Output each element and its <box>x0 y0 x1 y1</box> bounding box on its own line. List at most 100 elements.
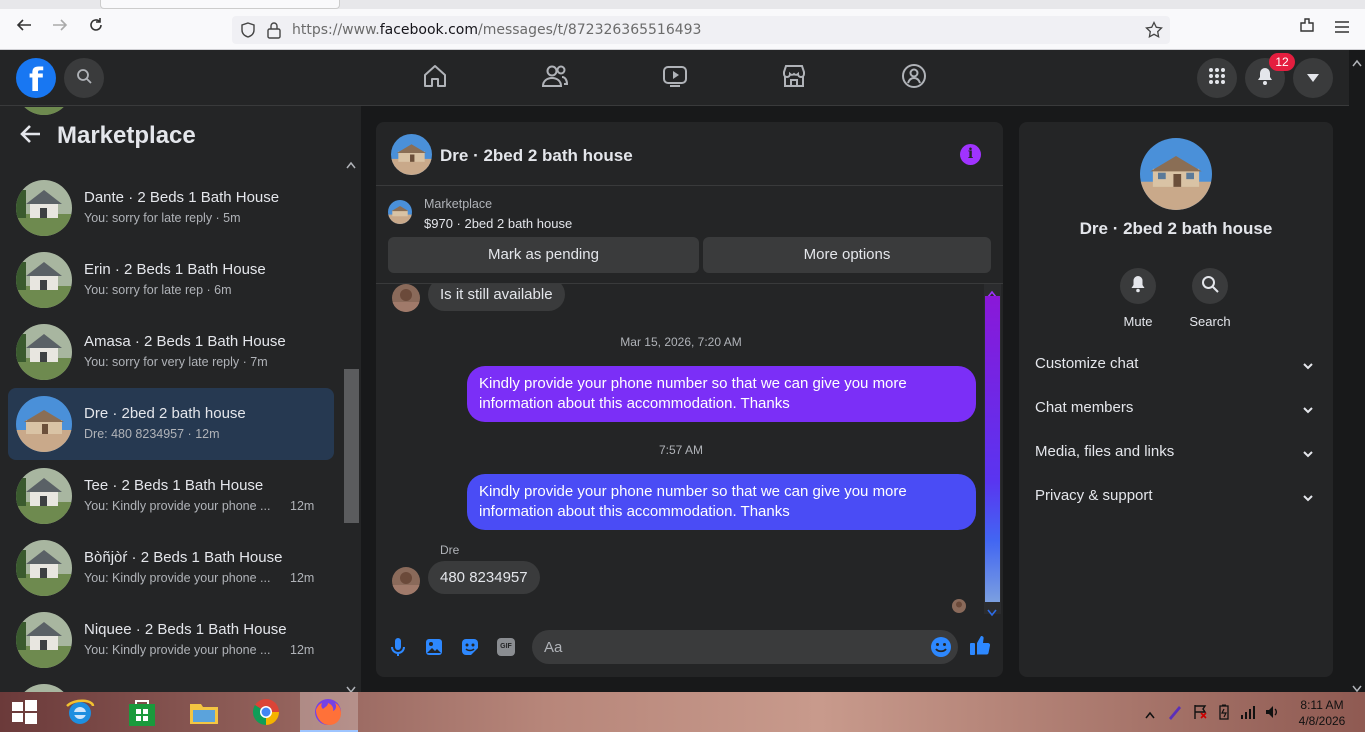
firefox-taskbar-button[interactable] <box>300 692 358 732</box>
message-bubble-incoming[interactable]: Is it still available <box>428 284 565 311</box>
message-bubble-incoming[interactable]: 480 8234957 <box>428 561 540 594</box>
windows-taskbar: 8:11 AM 4/8/2026 <box>0 692 1365 732</box>
scroll-down-icon[interactable] <box>346 681 356 692</box>
system-clock[interactable]: 8:11 AM 4/8/2026 <box>1292 697 1352 729</box>
contact-name: Dre · 2bed 2 bath house <box>1079 219 1273 238</box>
listing-thumbnail[interactable] <box>388 200 412 224</box>
chevron-down-icon <box>1303 357 1313 374</box>
scrollbar-thumb[interactable] <box>985 296 1000 602</box>
list-item-partial[interactable] <box>8 107 334 115</box>
bookmark-star-icon[interactable] <box>1145 20 1163 44</box>
chevron-down-icon <box>1303 401 1313 418</box>
emoji-icon[interactable] <box>930 636 952 663</box>
page-scrollbar[interactable] <box>1349 50 1365 693</box>
conversation-preview: You: sorry for very late reply · 7m <box>84 355 268 369</box>
battery-icon[interactable] <box>1216 704 1232 725</box>
list-item[interactable]: Tee · 2 Beds 1 Bath House You: Kindly pr… <box>8 460 334 532</box>
nav-home[interactable] <box>415 60 455 96</box>
signal-icon[interactable] <box>1240 704 1256 725</box>
avatar <box>392 567 420 595</box>
chat-header: Dre · 2bed 2 bath house i <box>376 122 1003 186</box>
list-item[interactable]: Dante · 2 Beds 1 Bath House You: sorry f… <box>8 172 334 244</box>
microphone-icon[interactable] <box>387 636 409 658</box>
image-icon[interactable] <box>423 636 445 658</box>
url-text[interactable]: https://www.facebook.com/messages/t/8723… <box>292 22 701 38</box>
nav-watch[interactable] <box>655 60 695 96</box>
scroll-up-icon[interactable] <box>1352 54 1362 72</box>
browser-tab[interactable] <box>100 0 340 9</box>
tray-chevron-icon[interactable] <box>1145 706 1155 724</box>
gif-icon[interactable]: GIF <box>495 636 517 658</box>
windows-start-icon[interactable] <box>8 696 40 728</box>
scrollbar-thumb[interactable] <box>344 369 359 523</box>
avatar[interactable] <box>1140 138 1212 210</box>
list-item[interactable]: Bòñjòŕ · 2 Beds 1 Bath House You: Kindly… <box>8 532 334 604</box>
flag-icon[interactable] <box>1192 704 1208 725</box>
listing-price[interactable]: $970 · 2bed 2 bath house <box>424 216 572 231</box>
nav-marketplace[interactable] <box>774 60 814 96</box>
pen-icon[interactable] <box>1167 704 1183 725</box>
conversation-name: Tee · 2 Beds 1 Bath House <box>84 477 264 494</box>
menu-grid-button[interactable] <box>1197 58 1237 98</box>
section-media-files-links[interactable]: Media, files and links <box>1035 443 1317 467</box>
list-item[interactable]: Amasa · 2 Beds 1 Bath House You: sorry f… <box>8 316 334 388</box>
extensions-icon[interactable] <box>1294 15 1320 41</box>
nav-groups[interactable] <box>894 60 934 96</box>
search-button[interactable] <box>64 58 104 98</box>
search-conversation-button[interactable]: Search <box>1180 268 1240 329</box>
friends-icon <box>541 63 569 94</box>
conversation-time: 12m <box>290 499 315 513</box>
avatar <box>16 396 72 452</box>
volume-icon[interactable] <box>1264 704 1280 725</box>
section-chat-members[interactable]: Chat members <box>1035 399 1317 423</box>
info-icon[interactable]: i <box>960 144 981 165</box>
list-item[interactable]: Erin · 2 Beds 1 Bath House You: sorry fo… <box>8 244 334 316</box>
conversation-name: Amasa · 2 Beds 1 Bath House <box>84 333 286 350</box>
conversation-preview: You: Kindly provide your phone ... <box>84 643 271 657</box>
search-icon <box>76 68 92 89</box>
list-item-partial[interactable] <box>8 676 334 692</box>
section-privacy-support[interactable]: Privacy & support <box>1035 487 1317 511</box>
facebook-logo[interactable]: f <box>16 58 56 99</box>
file-explorer-icon[interactable] <box>188 696 220 728</box>
list-item-selected[interactable]: Dre · 2bed 2 bath house Dre: 480 8234957… <box>8 388 334 460</box>
conversation-preview: Dre: 480 8234957 · 12m <box>84 427 220 441</box>
lock-icon[interactable] <box>266 21 282 44</box>
sticker-icon[interactable] <box>459 636 481 658</box>
scroll-up-icon[interactable] <box>346 156 356 174</box>
chevron-down-icon <box>1303 489 1313 506</box>
mark-pending-button[interactable]: Mark as pending <box>388 237 699 273</box>
chat-scrollbar[interactable] <box>984 284 1001 617</box>
chrome-icon[interactable] <box>250 696 282 728</box>
caret-down-icon <box>1307 69 1319 87</box>
sidebar-scrollbar[interactable] <box>343 156 359 692</box>
conversation-name: Dante · 2 Beds 1 Bath House <box>84 189 280 206</box>
account-button[interactable] <box>1293 58 1333 98</box>
conversation-preview: You: sorry for late reply · 5m <box>84 211 241 225</box>
message-bubble-outgoing[interactable]: Kindly provide your phone number so that… <box>467 366 976 422</box>
chat-title[interactable]: Dre · 2bed 2 bath house <box>440 146 633 166</box>
internet-explorer-icon[interactable] <box>64 696 96 728</box>
back-arrow-icon[interactable] <box>20 124 42 149</box>
store-icon[interactable] <box>126 696 158 728</box>
message-timestamp: Mar 15, 2026, 7:20 AM <box>620 335 742 349</box>
avatar <box>16 252 72 308</box>
shield-icon[interactable] <box>240 22 256 43</box>
menu-icon[interactable] <box>1329 15 1355 41</box>
message-input[interactable]: Aa <box>532 630 958 664</box>
avatar[interactable] <box>391 134 432 175</box>
back-icon[interactable] <box>11 15 37 41</box>
list-item[interactable]: Niquee · 2 Beds 1 Bath House You: Kindly… <box>8 604 334 676</box>
message-bubble-outgoing[interactable]: Kindly provide your phone number so that… <box>467 474 976 530</box>
mute-button[interactable]: Mute <box>1108 268 1168 329</box>
reload-icon[interactable] <box>83 15 109 41</box>
conversation-preview: You: Kindly provide your phone ... <box>84 499 271 513</box>
more-options-button[interactable]: More options <box>703 237 991 273</box>
nav-friends[interactable] <box>535 60 575 96</box>
seen-avatar <box>952 599 966 613</box>
url-bar[interactable]: https://www.facebook.com/messages/t/8723… <box>232 16 1170 44</box>
firefox-icon <box>312 696 344 732</box>
section-customize-chat[interactable]: Customize chat <box>1035 355 1317 379</box>
thumbs-up-icon[interactable] <box>969 634 991 656</box>
forward-icon[interactable] <box>47 15 73 41</box>
